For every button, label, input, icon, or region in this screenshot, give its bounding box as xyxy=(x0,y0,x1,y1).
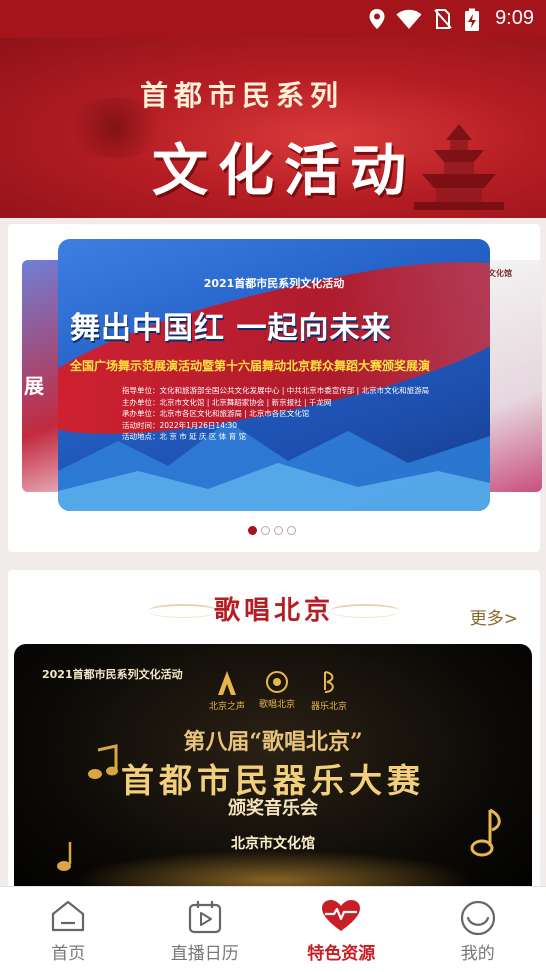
tab-label: 直播日历 xyxy=(170,944,239,964)
home-icon xyxy=(52,900,85,932)
section-card: 歌唱北京 更多> 2021首都市民系列文化活动 北京之声 歌唱北京 器乐北京 第… xyxy=(8,570,540,900)
carousel-indicator xyxy=(248,526,296,535)
slide-info: 指导单位：文化和旅游部全国公共文化发展中心 | 中共北京市委宣传部 | 北京市文… xyxy=(122,385,429,443)
slide-info-line: 活动时间：2022年1月26日14:30 xyxy=(122,420,238,430)
calendar-play-icon xyxy=(188,901,221,934)
slide-info-line: 活动地点：北 京 市 延 庆 区 体 育 馆 xyxy=(122,432,247,441)
carousel-dot[interactable] xyxy=(274,526,283,535)
sing-beijing-logo-icon xyxy=(266,671,288,693)
bottom-tab-bar: 首页 直播日历 特色资源 我的 xyxy=(0,886,546,972)
tab-label: 我的 xyxy=(460,944,495,964)
more-link[interactable]: 更多> xyxy=(470,604,518,629)
poster-logo-sing-beijing: 歌唱北京 xyxy=(252,670,302,710)
tab-mine[interactable]: 我的 xyxy=(410,887,546,972)
next-slide-text: 文化馆 xyxy=(488,269,512,278)
header-title: 文化活动 xyxy=(152,138,416,204)
carousel-dot[interactable] xyxy=(261,526,270,535)
logo-label: 歌唱北京 xyxy=(258,700,295,710)
poster-subtitle: 颁奖音乐会 xyxy=(228,798,318,819)
prev-slide-text: 展 xyxy=(24,374,44,398)
header-banner: 首都市民系列 文化活动 xyxy=(0,38,546,218)
poster-top-text: 2021首都市民系列文化活动 xyxy=(42,668,183,681)
carousel-main-slide[interactable]: 2021首都市民系列文化活动 舞出中国红 一起向未来 全国广场舞示范展演活动暨第… xyxy=(58,239,490,511)
tab-label: 首页 xyxy=(51,944,86,964)
tab-featured-resources[interactable]: 特色资源 xyxy=(273,887,410,972)
no-sim-icon xyxy=(434,9,452,29)
smile-face-icon xyxy=(460,900,495,936)
poster-organizer: 北京市文化馆 xyxy=(231,836,315,852)
poster-logo-music-beijing: 器乐北京 xyxy=(304,670,354,712)
status-bar: 9:09 xyxy=(0,0,546,38)
clock-time: 9:09 xyxy=(495,7,534,29)
location-icon xyxy=(369,9,385,29)
logo-label: 北京之声 xyxy=(208,702,245,712)
slide-info-line: 承办单位：北京市各区文化和旅游局 | 北京市各区文化馆 xyxy=(122,409,310,418)
poster-edition-line: 第八届“歌唱北京” xyxy=(183,729,363,755)
slide-headline: 舞出中国红 一起向未来 xyxy=(70,311,392,346)
slide-top-text: 2021首都市民系列文化活动 xyxy=(203,277,345,290)
carousel-next-slide[interactable]: 文化馆 xyxy=(482,260,542,492)
logo-label: 器乐北京 xyxy=(310,702,347,712)
slide-info-line: 主办单位：北京市文化馆 | 北京舞蹈家协会 | 新京报社 | 千龙网 xyxy=(122,397,332,407)
tab-home[interactable]: 首页 xyxy=(0,887,137,972)
slide-subline: 全国广场舞示范展演活动暨第十六届舞动北京群众舞蹈大赛颁奖展演 xyxy=(70,359,431,373)
slide-info-line: 指导单位：文化和旅游部全国公共文化发展中心 | 中共北京市委宣传部 | 北京市文… xyxy=(122,386,430,395)
music-beijing-logo-icon xyxy=(324,671,334,693)
battery-charging-icon xyxy=(465,8,479,31)
section-title: 歌唱北京 xyxy=(213,596,334,626)
tab-live-calendar[interactable]: 直播日历 xyxy=(137,887,274,972)
header-subtitle: 首都市民系列 xyxy=(140,79,345,112)
tab-label: 特色资源 xyxy=(307,944,376,964)
carousel-dot[interactable] xyxy=(287,526,296,535)
banner-carousel[interactable]: 展 文化馆 2021首都市民系列文化活动 舞出中国红 一起向未来 全国广场舞示范… xyxy=(8,224,542,552)
heart-pulse-icon xyxy=(322,900,361,931)
carousel-dot[interactable] xyxy=(248,526,257,535)
beijing-voice-logo-icon xyxy=(218,671,236,695)
event-poster[interactable]: 2021首都市民系列文化活动 北京之声 歌唱北京 器乐北京 第八届“歌唱北京” xyxy=(14,644,532,900)
poster-logo-beijing-voice: 北京之声 xyxy=(202,670,252,712)
wifi-icon xyxy=(396,9,422,30)
temple-of-heaven-icon xyxy=(414,124,504,210)
